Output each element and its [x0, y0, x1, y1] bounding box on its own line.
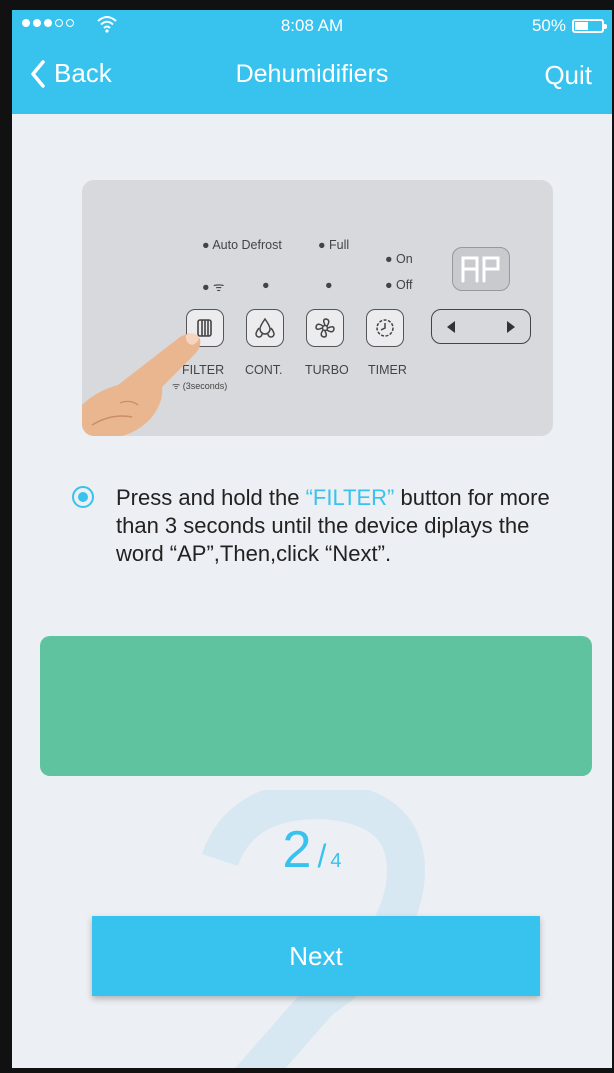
left-arrow-icon: [447, 320, 455, 333]
step-total: 4: [330, 850, 342, 872]
green-banner: [40, 636, 592, 776]
device-panel-illustration: ● Auto Defrost ● Full ● On ● Off ● ᯤ ● ●…: [82, 180, 553, 436]
turbo-label: TURBO: [305, 363, 349, 377]
auto-defrost-indicator: ● Auto Defrost: [202, 238, 282, 252]
battery-indicator: 50%: [531, 16, 607, 36]
drops-icon: [255, 317, 275, 338]
turbo-indicator-dot: ●: [325, 278, 333, 292]
fan-icon: [315, 318, 335, 338]
instruction-text: Press and hold the “FILTER” button for m…: [116, 485, 550, 566]
panel-turbo-button: [306, 309, 344, 347]
panel-timer-button: [366, 309, 404, 347]
quit-button[interactable]: Quit: [544, 60, 592, 91]
instruction: Press and hold the “FILTER” button for m…: [72, 484, 566, 568]
step-current: 2: [282, 821, 312, 879]
full-indicator: ● Full: [318, 238, 350, 252]
ap-display: AP: [452, 247, 510, 291]
seven-segment-display: [461, 256, 500, 283]
step-separator: /: [317, 838, 327, 874]
app-screen: 8:08 AM 50% Back Dehumidifiers Quit ● Au…: [12, 10, 612, 1068]
off-indicator: ● Off: [385, 278, 413, 292]
phone-frame: 8:08 AM 50% Back Dehumidifiers Quit ● Au…: [0, 0, 614, 1073]
panel-cont-button: [246, 309, 284, 347]
battery-percent: 50%: [531, 16, 566, 35]
hand-pointing-illustration: [82, 333, 201, 436]
cont-indicator-dot: ●: [262, 278, 270, 292]
timer-label: TIMER: [368, 363, 407, 377]
panel-arrow-buttons: [431, 309, 531, 344]
wifi-indicator-dot: ● ᯤ: [202, 280, 225, 294]
radio-selected-icon: [72, 486, 94, 508]
battery-icon: [572, 19, 607, 33]
status-time: 8:08 AM: [280, 16, 344, 35]
cont-label: CONT.: [245, 363, 283, 377]
right-arrow-icon: [507, 320, 515, 333]
clock-icon: [376, 319, 394, 337]
step-counter: 2/4: [12, 820, 612, 880]
on-indicator: ● On: [385, 252, 413, 266]
header: 8:08 AM 50% Back Dehumidifiers Quit: [12, 10, 612, 114]
next-button[interactable]: Next: [92, 916, 540, 996]
page-title: Dehumidifiers: [235, 60, 389, 88]
filter-highlight: “FILTER”: [305, 485, 395, 510]
